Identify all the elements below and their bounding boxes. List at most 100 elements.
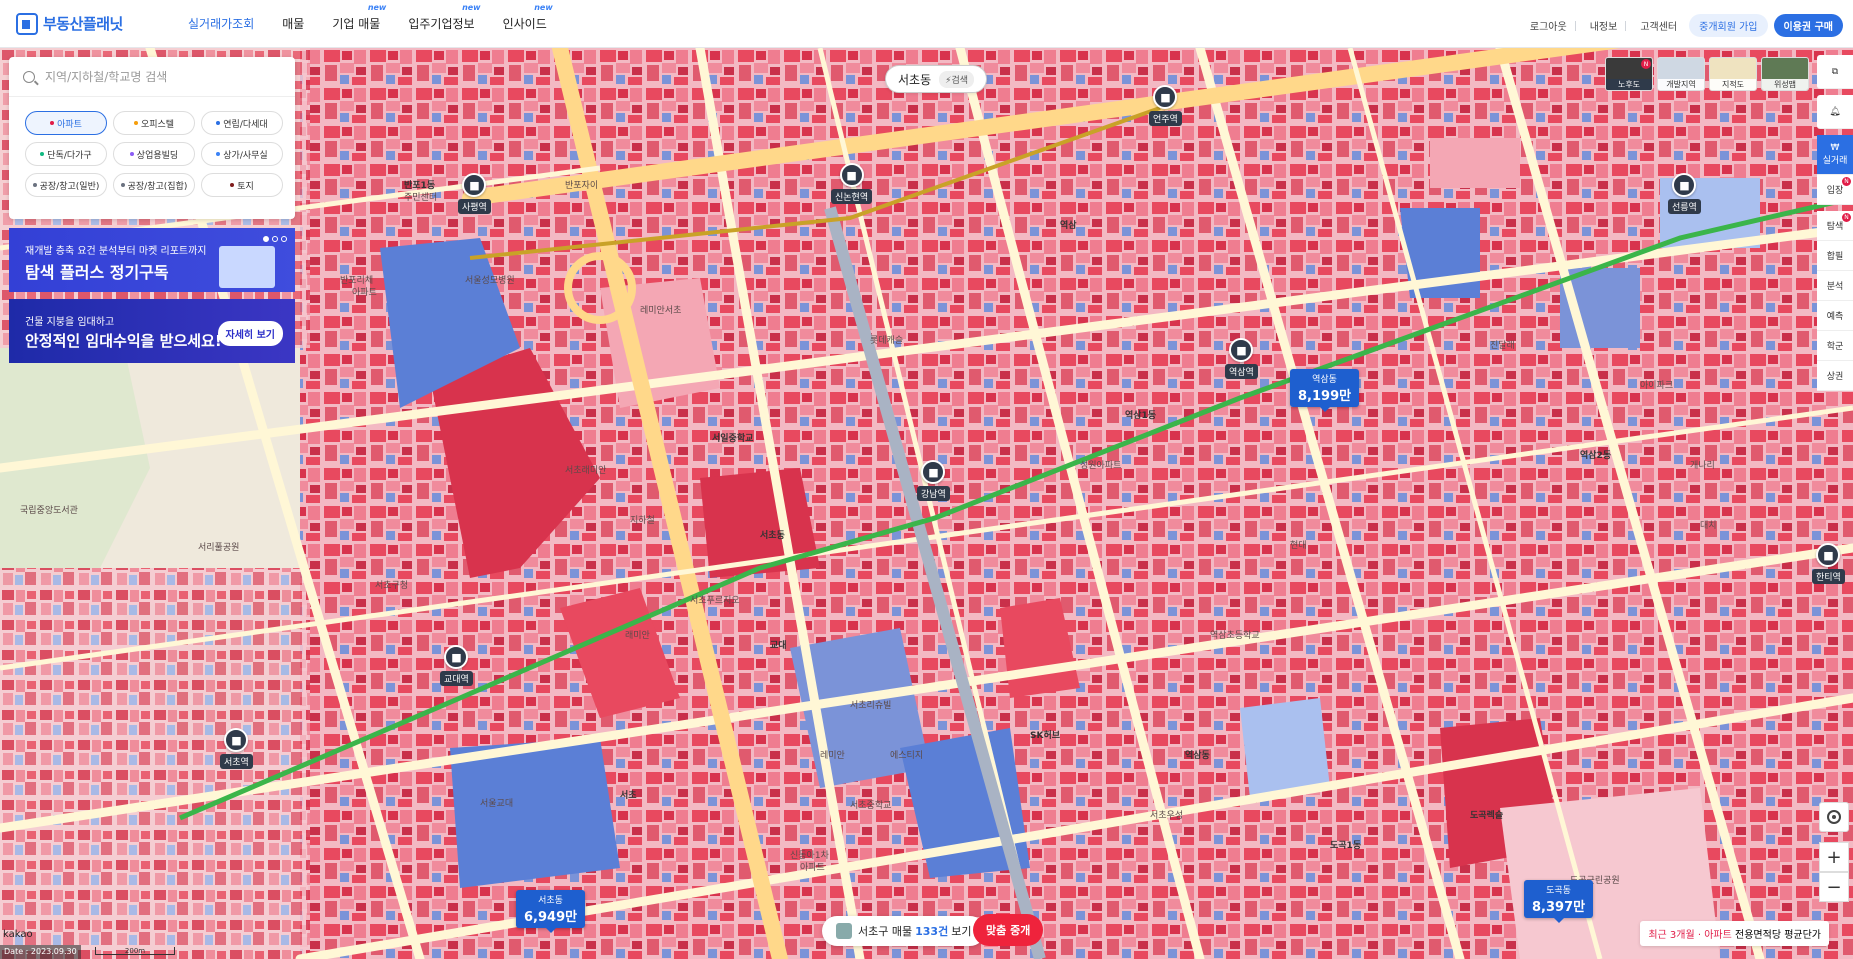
my-info-link[interactable]: 내정보 bbox=[1590, 18, 1618, 33]
rail-real-transaction[interactable]: ₩ 실거래 bbox=[1817, 135, 1853, 175]
rail-label: 실거래 bbox=[1822, 156, 1848, 166]
legend-prefix: 최근 3개월 · 아파트 bbox=[1648, 930, 1732, 941]
rail-commercial[interactable]: 상권 bbox=[1817, 361, 1853, 391]
dong-name: 서초동 bbox=[898, 72, 932, 87]
place-label: 현대 bbox=[1290, 541, 1307, 551]
subway-station[interactable]: ■ 사평역 bbox=[458, 173, 491, 214]
nav-item-tenant-company[interactable]: 입주기업정보 new bbox=[406, 3, 480, 32]
bus-icon: ■ bbox=[444, 645, 469, 669]
chip-label: 오피스텔 bbox=[140, 119, 175, 130]
logout-link[interactable]: 로그아웃 bbox=[1530, 18, 1567, 33]
custom-broker-button[interactable]: 맞춤 중개 bbox=[973, 914, 1044, 946]
rooftop-lease-banner[interactable]: 건물 지붕을 임대하고 안정적인 임대수익을 받으세요! 자세히 보기 bbox=[9, 299, 295, 363]
chip-detached[interactable]: 단독/다가구 bbox=[25, 142, 107, 166]
price-tag-area: 도곡동 bbox=[1546, 886, 1571, 896]
nav-item-real-transaction[interactable]: 실거래가조회 bbox=[186, 15, 256, 32]
layer-label: 위성맵 bbox=[1762, 79, 1808, 90]
station-label: 서초역 bbox=[220, 754, 253, 769]
share-button[interactable]: ⧉ bbox=[1817, 55, 1853, 89]
main-nav: 실거래가조회 매물 기업 매물 new 입주기업정보 new 인사이드 new bbox=[186, 3, 573, 32]
price-tag[interactable]: 서초동 6,949만 bbox=[516, 890, 586, 933]
subway-station[interactable]: ■ 선릉역 bbox=[1668, 173, 1701, 214]
subway-station[interactable]: ■ 언주역 bbox=[1149, 85, 1182, 126]
chip-officetel[interactable]: 오피스텔 bbox=[113, 111, 195, 135]
dong-search-button[interactable]: ⚡검색 bbox=[939, 70, 975, 88]
map-scale: 200m bbox=[95, 947, 175, 955]
nav-item-corporate-listings[interactable]: 기업 매물 new bbox=[330, 3, 386, 32]
place-label: 주민센터 bbox=[404, 193, 438, 203]
rail-forecast[interactable]: 예측 bbox=[1817, 301, 1853, 331]
listing-count-bar[interactable]: 서초구 매물 133건 보기 bbox=[822, 916, 986, 946]
place-label: 지하철 bbox=[630, 516, 655, 526]
buy-pass-button[interactable]: 이용권 구매 bbox=[1773, 14, 1843, 37]
page-dot[interactable] bbox=[272, 236, 278, 242]
page-dot[interactable] bbox=[263, 236, 269, 242]
rail-label: 입장 bbox=[1826, 186, 1844, 196]
chip-land[interactable]: 토지 bbox=[201, 173, 283, 197]
price-tag[interactable]: 도곡동 8,397만 bbox=[1524, 880, 1594, 923]
page-dot[interactable] bbox=[281, 236, 287, 242]
subway-station[interactable]: ■ 강남역 bbox=[917, 460, 950, 501]
share-icon: ⧉ bbox=[1831, 66, 1839, 77]
banner-detail-button[interactable]: 자세히 보기 bbox=[217, 321, 283, 346]
zoom-out-button[interactable]: − bbox=[1819, 872, 1849, 902]
search-bar bbox=[9, 57, 295, 97]
dot-icon bbox=[216, 121, 221, 125]
nav-item-insight[interactable]: 인사이드 new bbox=[501, 3, 553, 32]
broker-join-button[interactable]: 중개회원 가입 bbox=[1689, 14, 1768, 37]
bus-icon: ■ bbox=[1153, 85, 1178, 109]
rail-merge[interactable]: 합필 bbox=[1817, 241, 1853, 271]
rail-entry[interactable]: N 입장 bbox=[1817, 175, 1853, 205]
chip-label: 단독/다가구 bbox=[47, 150, 92, 161]
layer-satellite[interactable]: 위성맵 bbox=[1761, 57, 1809, 91]
place-label: 성원아파트 bbox=[1080, 461, 1122, 471]
place-label: 롯데캐슬 bbox=[870, 336, 904, 346]
rail-school[interactable]: 학군 bbox=[1817, 331, 1853, 361]
subway-station[interactable]: ■ 서초역 bbox=[220, 728, 253, 769]
chip-factory-collective[interactable]: 공장/창고(집합) bbox=[113, 173, 195, 197]
divider bbox=[1625, 20, 1627, 31]
layer-label: 지적도 bbox=[1710, 79, 1756, 90]
place-label: 국립중앙도서관 bbox=[20, 506, 78, 516]
chip-store-office[interactable]: 상가/사무실 bbox=[201, 142, 283, 166]
zoom-in-button[interactable]: + bbox=[1819, 842, 1849, 872]
place-label: 아파트 bbox=[352, 288, 377, 298]
place-label: 서초리슈빌 bbox=[850, 701, 892, 711]
layer-development[interactable]: 개발지역 bbox=[1657, 57, 1705, 91]
dot-icon bbox=[133, 121, 138, 125]
place-label: 반포자이 bbox=[565, 181, 599, 191]
notification-button[interactable]: 🔔︎ bbox=[1817, 95, 1853, 129]
logo[interactable]: 부동산플래닛 bbox=[16, 12, 166, 35]
layer-cadastral[interactable]: 지적도 bbox=[1709, 57, 1757, 91]
subway-station[interactable]: ■ 교대역 bbox=[440, 645, 473, 686]
banner-pagination[interactable] bbox=[260, 236, 287, 242]
data-date: Date : 2023.09.30 bbox=[0, 945, 81, 959]
divider bbox=[1574, 20, 1576, 31]
price-tag-value: 6,949만 bbox=[524, 910, 578, 925]
rail-analysis[interactable]: 분석 bbox=[1817, 271, 1853, 301]
chip-townhouse[interactable]: 연립/다세대 bbox=[201, 111, 283, 135]
layer-age[interactable]: N 노후도 bbox=[1605, 57, 1653, 91]
chip-commercial-building[interactable]: 상업용빌딩 bbox=[113, 142, 195, 166]
account-links: 로그아웃 내정보 고객센터 중개회원 가입 이용권 구매 bbox=[1516, 14, 1843, 37]
place-label: 도곡렉슬 bbox=[1470, 811, 1504, 821]
view-link[interactable]: 보기 bbox=[951, 923, 971, 939]
chip-factory-general[interactable]: 공장/창고(일반) bbox=[25, 173, 107, 197]
banner-subtitle: 재개발 층축 요건 분석부터 마켓 리포트까지 bbox=[25, 246, 207, 257]
subway-station[interactable]: ■ 신논현역 bbox=[831, 163, 873, 204]
chip-apartment[interactable]: 아파트 bbox=[25, 111, 107, 135]
price-tag[interactable]: 역삼동 8,199만 bbox=[1290, 369, 1360, 412]
subscription-banner[interactable]: 재개발 층축 요건 분석부터 마켓 리포트까지 탐색 플러스 정기구독 bbox=[9, 228, 295, 292]
chip-label: 토지 bbox=[237, 181, 254, 192]
dong-search-pill[interactable]: 서초동 ⚡검색 bbox=[885, 65, 988, 93]
place-label: 역삼동 bbox=[1185, 751, 1210, 761]
rail-explore[interactable]: N 탐색 bbox=[1817, 211, 1853, 241]
search-input[interactable] bbox=[45, 69, 265, 84]
nav-item-listings[interactable]: 매물 bbox=[280, 15, 306, 32]
price-tag-area: 역삼동 bbox=[1312, 375, 1337, 385]
subway-station[interactable]: ■ 역삼역 bbox=[1225, 338, 1258, 379]
my-location-button[interactable] bbox=[1819, 802, 1849, 832]
place-label: 서초동 bbox=[760, 531, 785, 541]
support-link[interactable]: 고객센터 bbox=[1640, 18, 1677, 33]
subway-station[interactable]: ■ 한티역 bbox=[1812, 543, 1845, 584]
